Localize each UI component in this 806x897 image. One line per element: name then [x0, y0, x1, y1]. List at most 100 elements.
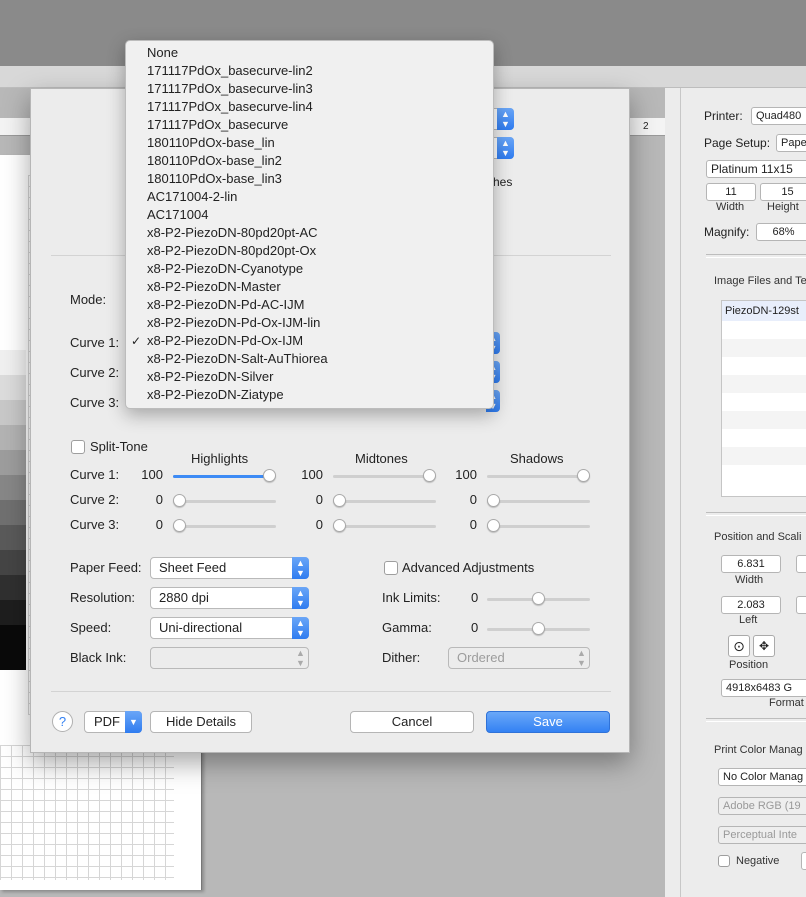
c2-highlights-slider[interactable]: [173, 494, 276, 508]
menu-item[interactable]: 180110PdOx-base_lin: [126, 134, 493, 152]
menu-item-label: 171117PdOx_basecurve-lin3: [147, 81, 313, 96]
black-ink-label: Black Ink:: [70, 650, 127, 665]
curve3-label: Curve 3:: [70, 395, 120, 410]
image-width-field[interactable]: 6.831: [721, 555, 781, 573]
gamma-value: 0: [471, 620, 479, 635]
paper-feed-select[interactable]: Sheet Feed ▲ ▼: [150, 557, 309, 579]
menu-item[interactable]: None: [126, 44, 493, 62]
menu-item-label: x8-P2-PiezoDN-Ziatype: [147, 387, 284, 402]
st-curve1-label: Curve 1:: [70, 467, 120, 482]
menu-item[interactable]: x8-P2-PiezoDN-Salt-AuThiorea: [126, 350, 493, 368]
center-icon[interactable]: ⊙: [728, 635, 750, 657]
curve1-label: Curve 1:: [70, 335, 120, 350]
rendering-intent-select[interactable]: Perceptual Inte: [718, 826, 806, 844]
color-management-select[interactable]: No Color Manag: [718, 768, 806, 786]
c2-shadows-slider[interactable]: [487, 494, 590, 508]
paper-height-field[interactable]: 15: [760, 183, 806, 201]
position-caption: Position: [729, 659, 769, 671]
black-ink-select[interactable]: ▲ ▼: [150, 647, 309, 669]
menu-item[interactable]: 171117PdOx_basecurve-lin4: [126, 98, 493, 116]
slider-knob: [173, 519, 186, 532]
c3-midtones-slider[interactable]: [333, 519, 436, 533]
menu-item-label: x8-P2-PiezoDN-Pd-Ox-IJM: [147, 333, 304, 348]
c3-highlights-slider[interactable]: [173, 519, 276, 533]
advanced-adjustments-checkbox[interactable]: [384, 561, 398, 575]
printer-select[interactable]: Quad480: [751, 107, 806, 125]
menu-item[interactable]: x8-P2-PiezoDN-80pd20pt-Ox: [126, 242, 493, 260]
highlights-label: Highlights: [191, 451, 249, 466]
paper-size-select[interactable]: Platinum 11x15: [706, 160, 806, 178]
stepper-icon: ▲▼: [497, 137, 514, 159]
image-file-item[interactable]: PiezoDN-129st: [722, 301, 806, 321]
menu-item[interactable]: x8-P2-PiezoDN-Silver: [126, 368, 493, 386]
menu-item[interactable]: x8-P2-PiezoDN-Master: [126, 278, 493, 296]
move-icon[interactable]: ✥: [753, 635, 775, 657]
magnify-label: Magnify:: [704, 225, 750, 239]
advanced-adjustments-label: Advanced Adjustments: [402, 560, 535, 575]
c3-midtones-value: 0: [315, 517, 323, 532]
image-height-field[interactable]: [796, 555, 806, 573]
menu-item[interactable]: x8-P2-PiezoDN-Cyanotype: [126, 260, 493, 278]
save-button[interactable]: Save: [486, 711, 610, 733]
c1-shadows-value: 100: [455, 467, 477, 482]
ink-limits-value: 0: [471, 590, 479, 605]
c3-shadows-slider[interactable]: [487, 519, 590, 533]
gamma-slider[interactable]: [487, 622, 590, 636]
menu-item[interactable]: 171117PdOx_basecurve-lin2: [126, 62, 493, 80]
menu-item[interactable]: 180110PdOx-base_lin2: [126, 152, 493, 170]
slider-knob: [263, 469, 276, 482]
speed-select[interactable]: Uni-directional ▲ ▼: [150, 617, 309, 639]
dither-select[interactable]: Ordered ▲ ▼: [448, 647, 590, 669]
menu-item-label: x8-P2-PiezoDN-Cyanotype: [147, 261, 304, 276]
c2-midtones-slider[interactable]: [333, 494, 436, 508]
c2-shadows-value: 0: [469, 492, 477, 507]
help-button[interactable]: ?: [52, 711, 73, 732]
menu-item[interactable]: x8-P2-PiezoDN-80pd20pt-AC: [126, 224, 493, 242]
menu-item[interactable]: 180110PdOx-base_lin3: [126, 170, 493, 188]
c1-midtones-slider[interactable]: [333, 469, 436, 483]
menu-item[interactable]: AC171004: [126, 206, 493, 224]
dither-label: Dither:: [382, 650, 421, 665]
cancel-button[interactable]: Cancel: [350, 711, 474, 733]
image-left-field[interactable]: 2.083: [721, 596, 781, 614]
format-caption: Format: [769, 697, 804, 709]
preview-grid-bottom: [0, 745, 174, 880]
menu-item[interactable]: 171117PdOx_basecurve-lin3: [126, 80, 493, 98]
divider: [51, 691, 611, 692]
menu-item[interactable]: ✓ x8-P2-PiezoDN-Pd-Ox-IJM: [126, 332, 493, 350]
stepper-icon: ▲▼: [292, 557, 309, 579]
c2-midtones-value: 0: [315, 492, 323, 507]
color-profile-select[interactable]: Adobe RGB (19: [718, 797, 806, 815]
image-width-caption: Width: [735, 574, 764, 586]
paper-width-field[interactable]: 11: [706, 183, 756, 201]
ink-limits-slider[interactable]: [487, 592, 590, 606]
pdf-menu-button[interactable]: PDF ▼: [84, 711, 142, 733]
resolution-select[interactable]: 2880 dpi ▲ ▼: [150, 587, 309, 609]
slider-knob: [532, 622, 545, 635]
page-setup-select[interactable]: Pape: [776, 134, 806, 152]
menu-item[interactable]: x8-P2-PiezoDN-Ziatype: [126, 386, 493, 404]
menu-item[interactable]: x8-P2-PiezoDN-Pd-Ox-IJM-lin: [126, 314, 493, 332]
image-top-field[interactable]: [796, 596, 806, 614]
image-file-list[interactable]: PiezoDN-129st: [721, 300, 806, 497]
extra-control[interactable]: [801, 852, 806, 870]
menu-item-label: AC171004: [147, 207, 209, 222]
hide-details-button[interactable]: Hide Details: [150, 711, 252, 733]
st-curve3-label: Curve 3:: [70, 517, 120, 532]
magnify-field[interactable]: 68%: [756, 223, 806, 241]
menu-item[interactable]: 171117PdOx_basecurve: [126, 116, 493, 134]
st-curve2-label: Curve 2:: [70, 492, 120, 507]
slider-knob: [487, 519, 500, 532]
chevron-down-icon: ▼: [125, 711, 142, 733]
c1-shadows-slider[interactable]: [487, 469, 590, 483]
gamma-label: Gamma:: [382, 620, 432, 635]
negative-checkbox[interactable]: [718, 855, 730, 867]
menu-item-label: 180110PdOx-base_lin2: [147, 153, 282, 168]
split-tone-checkbox[interactable]: [71, 440, 85, 454]
midtones-label: Midtones: [355, 451, 408, 466]
menu-item[interactable]: AC171004-2-lin: [126, 188, 493, 206]
resolution-label: Resolution:: [70, 590, 136, 605]
menu-item[interactable]: x8-P2-PiezoDN-Pd-AC-IJM: [126, 296, 493, 314]
curve2-label: Curve 2:: [70, 365, 120, 380]
c1-highlights-slider[interactable]: [173, 469, 276, 483]
